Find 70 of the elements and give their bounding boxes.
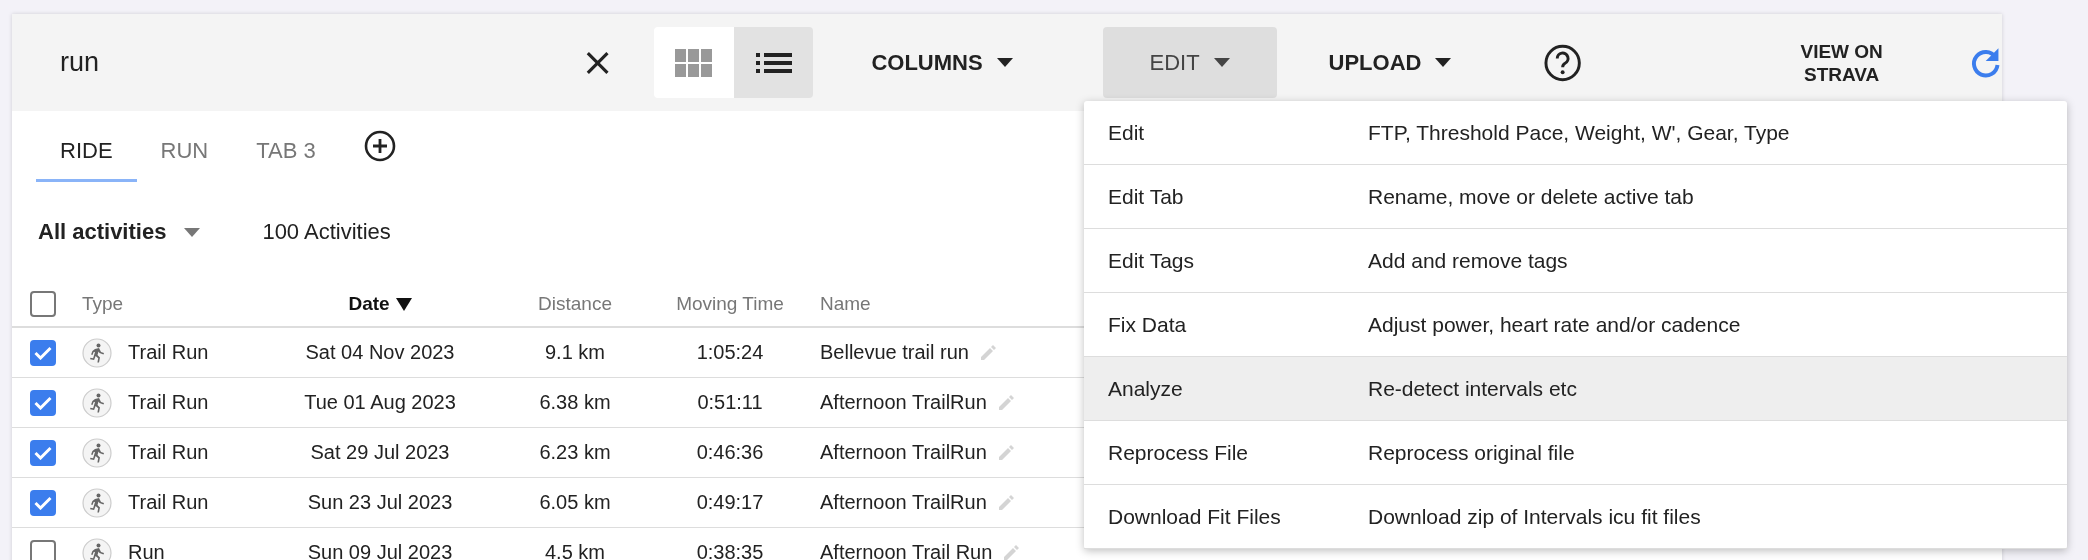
- table-cell-text: Trail Run: [128, 491, 210, 514]
- table-cell: Afternoon TrailRun: [820, 491, 987, 514]
- checkmark-icon: [34, 395, 52, 410]
- table-cell-text: Trail Run: [128, 391, 210, 414]
- sort-descending-icon: [395, 297, 412, 311]
- columns-dropdown[interactable]: COLUMNS: [841, 27, 1043, 98]
- upload-dropdown[interactable]: UPLOAD: [1298, 27, 1482, 98]
- column-header[interactable]: Date: [250, 293, 510, 315]
- table-cell-text: Run: [128, 541, 166, 560]
- runner-icon: [82, 337, 112, 368]
- table-cell-text: 6.05 km: [538, 491, 612, 514]
- edit-dropdown[interactable]: EDIT: [1102, 27, 1277, 98]
- table-cell: Afternoon Trail Run: [820, 541, 993, 560]
- add-tab-icon[interactable]: [363, 130, 396, 162]
- tab[interactable]: TAB 3: [232, 122, 340, 182]
- runner-icon: [82, 437, 112, 468]
- checkmark-icon: [34, 445, 52, 460]
- column-header[interactable]: Distance: [510, 293, 640, 315]
- menu-item[interactable]: Edit Tags Add and remove tags: [1084, 229, 2067, 293]
- table-cell-text: 0:46:36: [695, 441, 765, 464]
- column-header[interactable]: Moving Time: [640, 293, 820, 315]
- list-view-button[interactable]: [733, 27, 814, 98]
- help-icon[interactable]: [1543, 42, 1583, 83]
- checkbox[interactable]: [30, 439, 56, 466]
- table-cell-text: Sat 04 Nov 2023: [304, 341, 456, 364]
- table-cell-text: Trail Run: [128, 441, 210, 464]
- table-cell: Afternoon TrailRun: [820, 441, 987, 464]
- column-header[interactable]: Name: [820, 293, 1087, 315]
- checkbox[interactable]: [30, 489, 56, 516]
- checkmark-icon: [34, 345, 52, 360]
- tab[interactable]: RUN: [136, 122, 233, 182]
- table-cell-text: 1:05:24: [695, 341, 765, 364]
- table-cell: Afternoon TrailRun: [820, 391, 987, 414]
- tab[interactable]: RIDE: [36, 122, 137, 182]
- checkmark-icon: [34, 495, 52, 510]
- checkbox[interactable]: [30, 291, 56, 317]
- table-cell-text: 6.38 km: [538, 391, 612, 414]
- table-cell-text: Trail Run: [128, 341, 210, 364]
- menu-item[interactable]: Edit Tab Rename, move or delete active tab: [1084, 165, 2067, 229]
- table-cell-text: Sat 29 Jul 2023: [309, 441, 451, 464]
- table-cell-text: 6.23 km: [538, 441, 612, 464]
- table-cell-text: Tue 01 Aug 2023: [303, 391, 457, 414]
- checkbox[interactable]: [30, 539, 56, 560]
- menu-item[interactable]: Analyze Re-detect intervals etc: [1084, 357, 2067, 421]
- runner-icon: [82, 487, 112, 518]
- table-cell-text: 0:51:11: [696, 391, 764, 414]
- table-cell: Bellevue trail run: [820, 341, 969, 364]
- table-cell-text: 4.5 km: [544, 541, 606, 560]
- menu-item[interactable]: Reprocess File Reprocess original file: [1084, 421, 2067, 485]
- search-field[interactable]: run: [42, 32, 573, 93]
- grid-icon: [675, 47, 714, 78]
- caret-icon: [1435, 58, 1452, 67]
- menu-item[interactable]: Download Fit Files Download zip of Intervals icu fit files: [1084, 485, 2067, 549]
- checkbox[interactable]: [30, 389, 56, 416]
- checkbox[interactable]: [30, 339, 56, 366]
- table-cell-text: 0:38:35: [695, 541, 765, 560]
- table-cell-text: Sun 23 Jul 2023: [306, 491, 454, 514]
- caret-icon: [996, 58, 1013, 67]
- runner-icon: [82, 387, 112, 418]
- column-header[interactable]: Type: [82, 293, 250, 315]
- activity-count: 100 Activities: [262, 219, 391, 245]
- activity-filter-dropdown[interactable]: All activities: [38, 219, 201, 245]
- caret-icon: [1213, 58, 1230, 67]
- table-cell-text: Sun 09 Jul 2023: [306, 541, 454, 560]
- table-cell-text: 0:49:17: [695, 491, 765, 514]
- table-cell-text: 9.1 km: [544, 341, 606, 364]
- list-icon: [755, 50, 792, 75]
- view-on-strava-link[interactable]: VIEW ON STRAVA: [1782, 39, 1901, 86]
- caret-icon: [184, 227, 201, 237]
- menu-item[interactable]: Edit FTP, Threshold Pace, Weight, W', Gear, Type: [1084, 101, 2067, 165]
